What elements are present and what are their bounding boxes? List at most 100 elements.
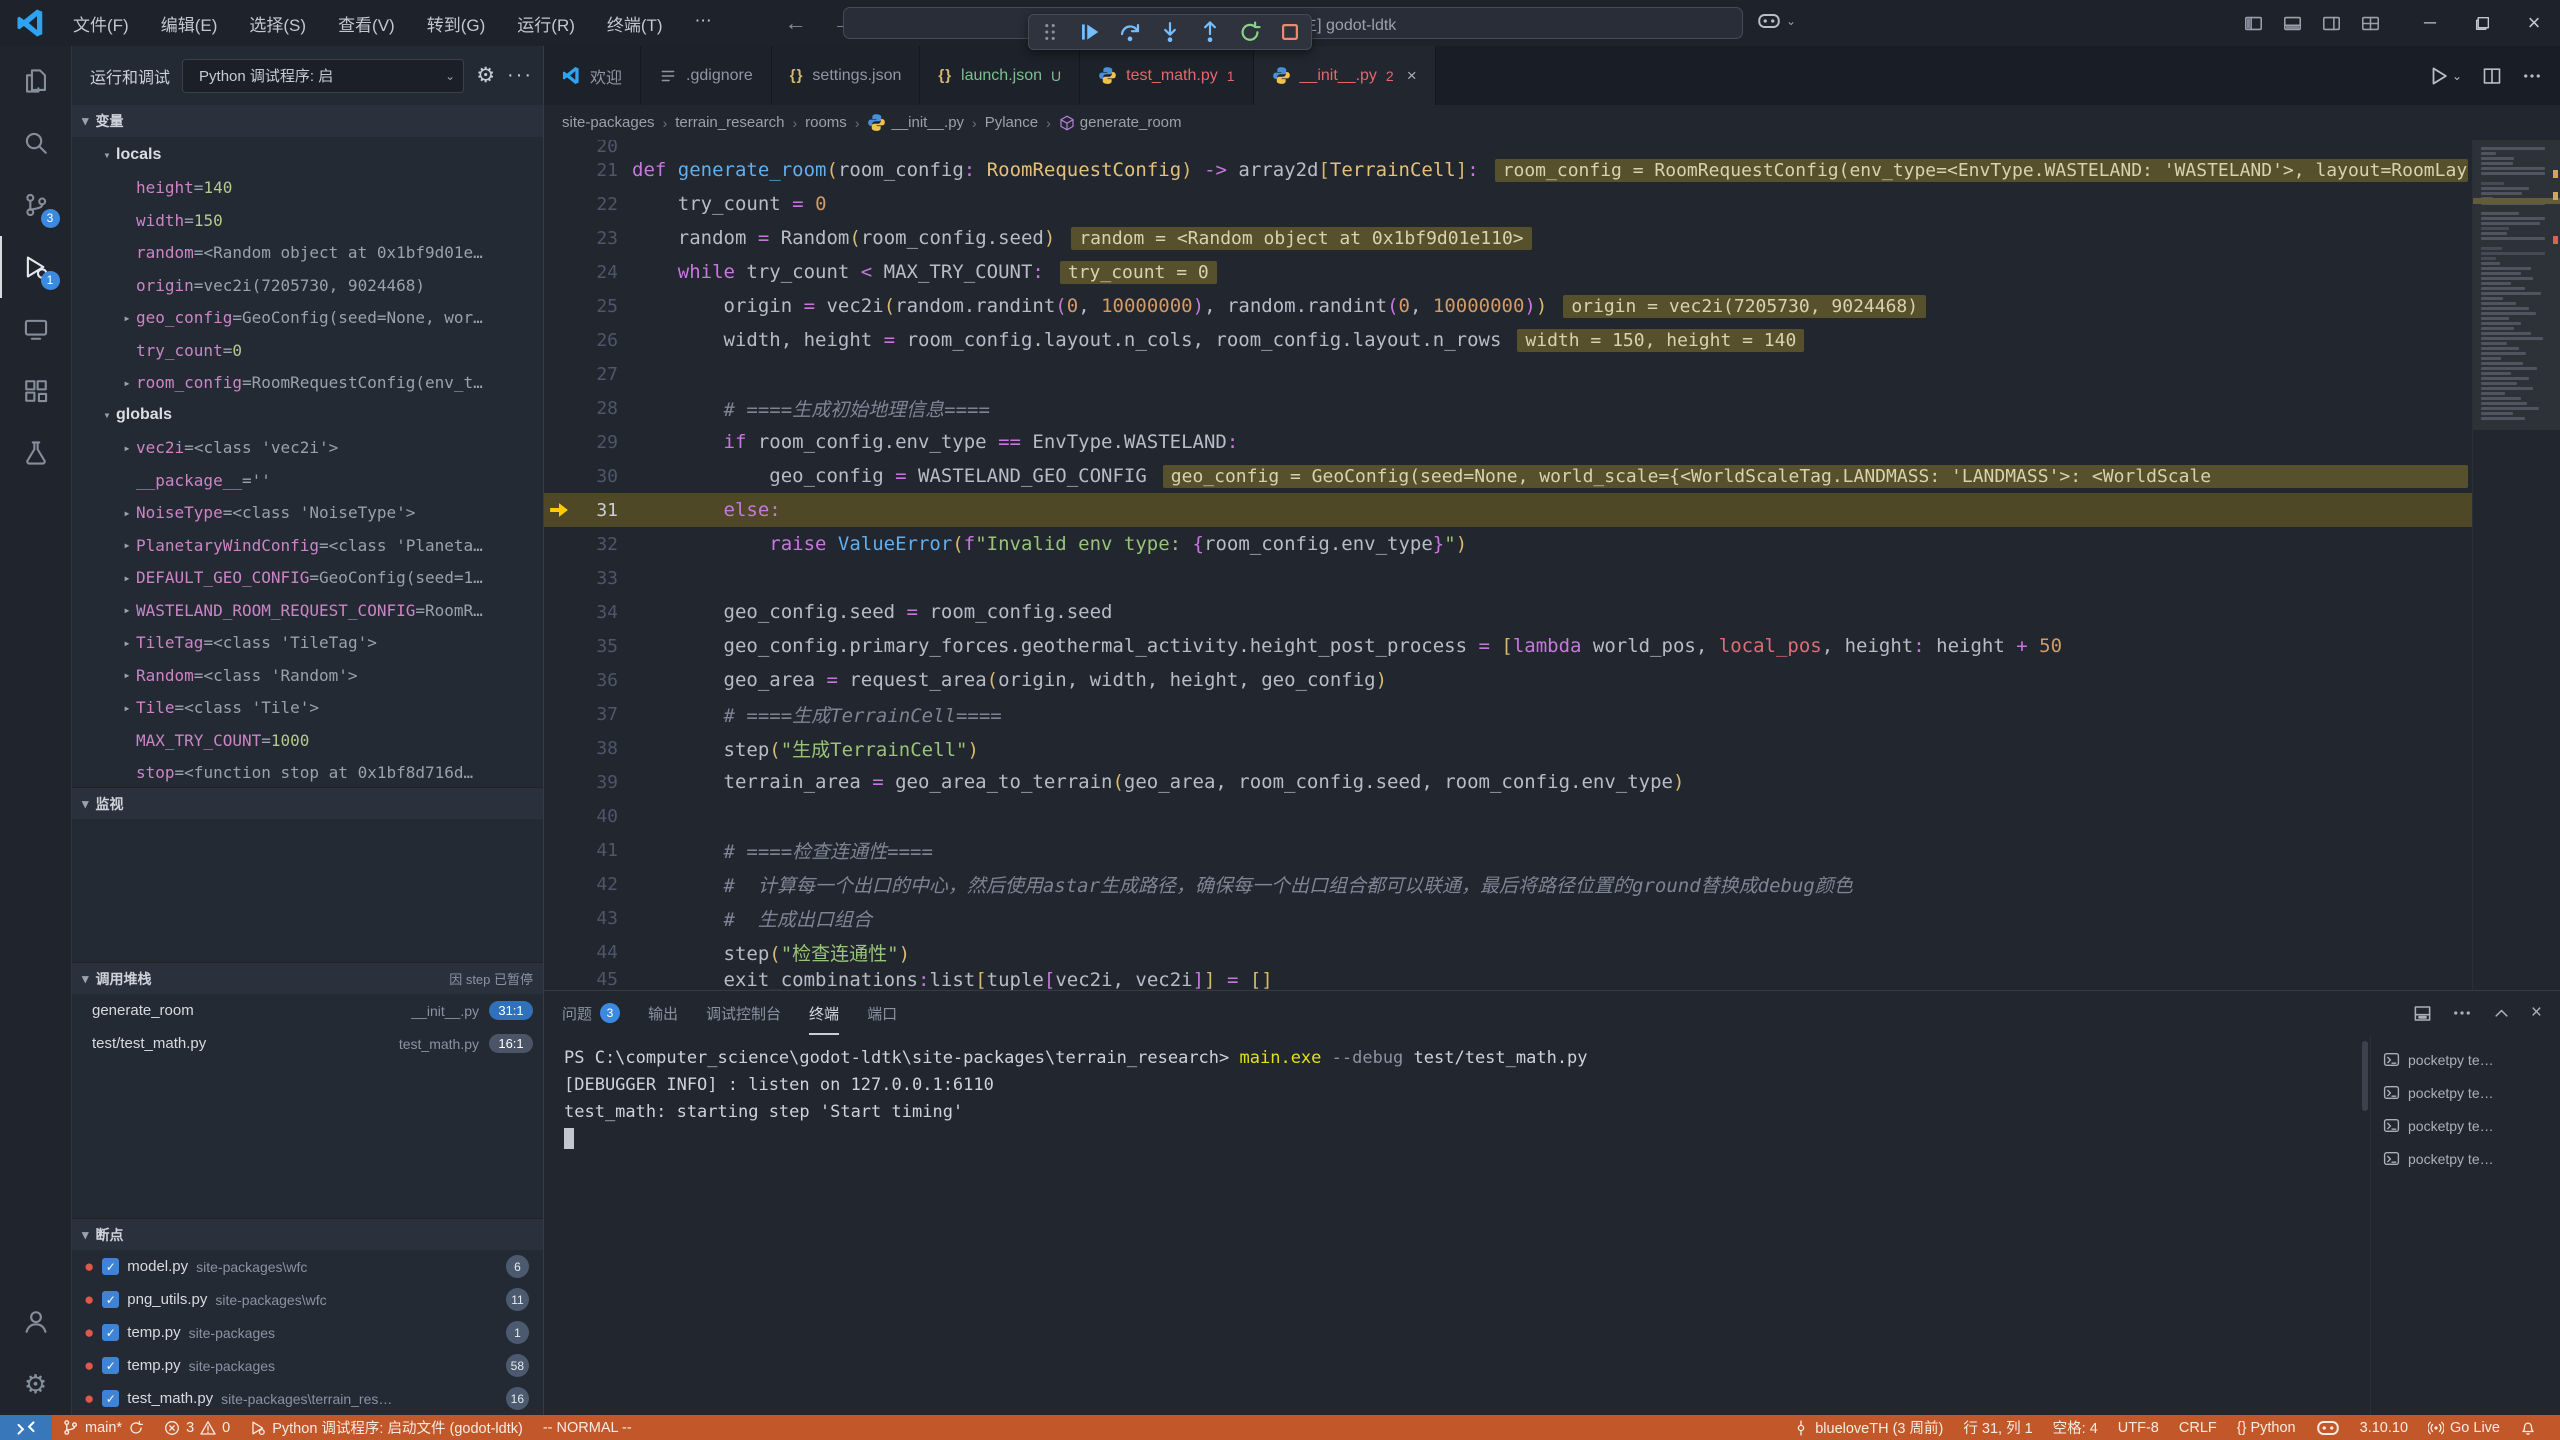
variable-row[interactable]: try_count = 0 [72,334,543,367]
code-line-32[interactable]: 32 raise ValueError(f"Invalid env type: … [544,527,2472,561]
breadcrumb-item[interactable]: Pylance [985,114,1038,131]
activity-accounts[interactable] [0,1291,72,1353]
panel-tab-终端[interactable]: 终端 [809,991,839,1035]
gutter[interactable]: 43 [544,901,632,935]
code-line-24[interactable]: 24 while try_count < MAX_TRY_COUNT:try_c… [544,255,2472,289]
variable-row[interactable]: ▸Random = <class 'Random'> [72,659,543,692]
gutter[interactable]: 21 [544,153,632,187]
gutter[interactable]: 33 [544,561,632,595]
gutter[interactable]: 27 [544,357,632,391]
copilot-menu-button[interactable]: ⌄ [1757,9,1796,33]
panel-tab-输出[interactable]: 输出 [648,991,678,1035]
gutter[interactable]: 39 [544,765,632,799]
variables-section-header[interactable]: ▾ 变量 [72,105,543,137]
gutter[interactable]: 26 [544,323,632,357]
variable-row[interactable]: ▸Tile = <class 'Tile'> [72,692,543,725]
status-git-branch[interactable]: main* [52,1415,154,1440]
terminal-instance[interactable]: pocketpy te… [2371,1076,2560,1109]
status-language-mode[interactable]: {} Python [2227,1415,2306,1440]
activity-explorer[interactable] [0,50,72,112]
variable-row[interactable]: width = 150 [72,204,543,237]
debug-settings-gear-icon[interactable]: ⚙ [476,63,495,88]
code-line-21[interactable]: 21def generate_room(room_config: RoomReq… [544,153,2472,187]
menu-1[interactable]: 文件(F) [60,6,142,41]
gutter[interactable]: 42 [544,867,632,901]
tab-.gdignore[interactable]: .gdignore [641,46,772,105]
code-line-26[interactable]: 26 width, height = room_config.layout.n_… [544,323,2472,357]
toggle-panel-icon[interactable] [2283,14,2302,33]
split-editor-button[interactable] [2482,66,2502,86]
breadcrumb-item[interactable]: rooms [805,114,847,131]
terminal-instance[interactable]: pocketpy te… [2371,1043,2560,1076]
code-line-39[interactable]: 39 terrain_area = geo_area_to_terrain(ge… [544,765,2472,799]
step-out-button[interactable] [1197,19,1223,45]
breakpoint-row[interactable]: ●✓test_math.pysite-packages\terrain_res…… [72,1382,543,1415]
code-line-35[interactable]: 35 geo_config.primary_forces.geothermal_… [544,629,2472,663]
gutter[interactable]: 22 [544,187,632,221]
code-editor[interactable]: 2021def generate_room(room_config: RoomR… [544,140,2560,990]
maximize-panel-icon[interactable] [2492,1004,2511,1023]
step-into-button[interactable] [1157,19,1183,45]
more-actions-icon[interactable]: ··· [507,64,533,87]
breakpoint-checkbox[interactable]: ✓ [102,1324,119,1341]
gutter[interactable]: 44 [544,935,632,969]
gutter[interactable]: 35 [544,629,632,663]
scope-locals[interactable]: ▾locals [72,139,543,172]
variable-row[interactable]: stop = <function stop at 0x1bf8d716d… [72,757,543,788]
activity-manage[interactable]: ⚙ [0,1353,72,1415]
code-line-37[interactable]: 37 # ====生成TerrainCell==== [544,697,2472,731]
code-line-43[interactable]: 43 # 生成出口组合 [544,901,2472,935]
code-line-28[interactable]: 28 # ====生成初始地理信息==== [544,391,2472,425]
run-python-file-button[interactable] [2428,65,2450,87]
watch-section-header[interactable]: ▾ 监视 [72,787,543,819]
launch-config-dropdown[interactable]: Python 调试程序: 启 ⌄ [182,59,464,93]
gutter[interactable]: 38 [544,731,632,765]
gutter[interactable]: 20 [544,140,632,153]
more-actions-button[interactable] [2522,66,2542,86]
gutter[interactable]: 36 [544,663,632,697]
code-line-29[interactable]: 29 if room_config.env_type == EnvType.WA… [544,425,2472,459]
gutter[interactable]: 37 [544,697,632,731]
panel-tab-问题[interactable]: 问题3 [562,991,620,1035]
variable-row[interactable]: ▸TileTag = <class 'TileTag'> [72,627,543,660]
status-go-live[interactable]: Go Live [2418,1415,2510,1440]
breadcrumb-item[interactable]: site-packages [562,114,655,131]
gutter[interactable]: 45 [544,969,632,990]
status-cursor-position[interactable]: 行 31, 列 1 [1953,1415,2042,1440]
breakpoint-row[interactable]: ●✓model.pysite-packages\wfc6 [72,1250,543,1283]
gutter[interactable]: 34 [544,595,632,629]
status-last-commit-author[interactable]: blueloveTH (3 周前) [1783,1415,1953,1440]
breakpoint-row[interactable]: ●✓temp.pysite-packages1 [72,1316,543,1349]
panel-views-icon[interactable] [2413,1004,2432,1023]
variable-row[interactable]: MAX_TRY_COUNT = 1000 [72,724,543,757]
variable-row[interactable]: ▸room_config = RoomRequestConfig(env_t… [72,367,543,400]
variable-row[interactable]: ▸vec2i = <class 'vec2i'> [72,432,543,465]
terminal-output[interactable]: PS C:\computer_science\godot-ldtk\site-p… [544,1035,2360,1415]
code-line-30[interactable]: 30 geo_config = WASTELAND_GEO_CONFIGgeo_… [544,459,2472,493]
code-line-38[interactable]: 38 step("生成TerrainCell") [544,731,2472,765]
gutter[interactable]: 25 [544,289,632,323]
scope-globals[interactable]: ▾globals [72,399,543,432]
status-vim-mode[interactable]: -- NORMAL -- [533,1415,642,1440]
tab-close-icon[interactable]: × [1407,66,1417,86]
menu-2[interactable]: 编辑(E) [148,6,231,41]
gutter[interactable]: 28 [544,391,632,425]
variable-row[interactable]: ▸WASTELAND_ROOM_REQUEST_CONFIG = RoomR… [72,594,543,627]
call-stack-section-header[interactable]: ▾ 调用堆栈 因 step 已暂停 [72,962,543,994]
breakpoint-checkbox[interactable]: ✓ [102,1291,119,1308]
breadcrumb-item[interactable]: generate_room [1059,114,1182,131]
code-line-44[interactable]: 44 step("检查连通性") [544,935,2472,969]
variable-row[interactable]: ▸geo_config = GeoConfig(seed=None, wor… [72,302,543,335]
status-eol[interactable]: CRLF [2169,1415,2227,1440]
code-line-33[interactable]: 33 [544,561,2472,595]
variable-row[interactable]: __package__ = '' [72,464,543,497]
gutter[interactable]: 40 [544,799,632,833]
terminal-instance[interactable]: pocketpy te… [2371,1109,2560,1142]
minimap[interactable] [2472,140,2560,990]
tab-欢迎[interactable]: 欢迎 [544,46,641,105]
code-line-45[interactable]: 45 exit_combinations:list[tuple[vec2i, v… [544,969,2472,990]
status-python-version[interactable]: 3.10.10 [2350,1415,2418,1440]
menu-8[interactable]: ⋯ [682,6,725,41]
terminal-instance[interactable]: pocketpy te… [2371,1142,2560,1175]
code-line-22[interactable]: 22 try_count = 0 [544,187,2472,221]
